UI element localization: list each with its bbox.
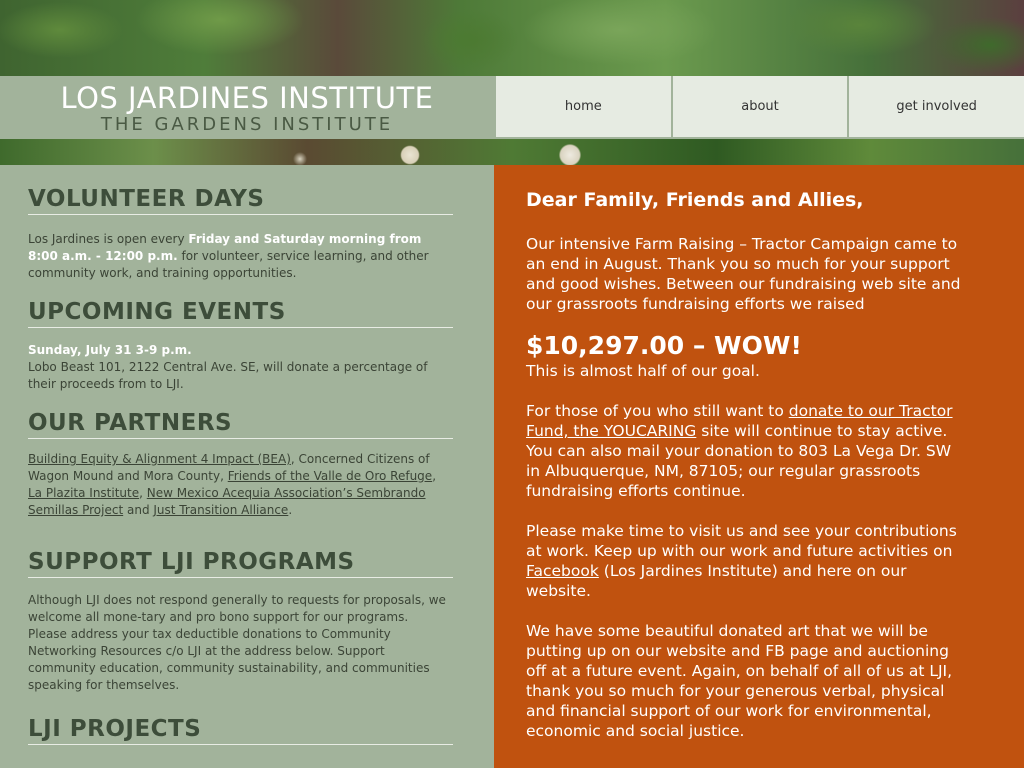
main-nav: home about get involved (494, 76, 1024, 140)
garden-photo-strip (0, 139, 1024, 165)
donate-text-start: For those of you who still want to (526, 402, 789, 420)
event-item: Sunday, July 31 3-9 p.m. Lobo Beast 101, … (28, 342, 448, 393)
left-sidebar: VOLUNTEER DAYS Los Jardines is open ever… (0, 165, 494, 768)
partner-link-la-plazita[interactable]: La Plazita Institute (28, 486, 139, 500)
logo-subtitle: THE GARDENS INSTITUTE (100, 114, 394, 135)
visit-text-start: Please make time to visit us and see you… (526, 522, 957, 560)
letter-paragraph-art: We have some beautiful donated art that … (526, 622, 953, 740)
nav-get-involved[interactable]: get involved (847, 76, 1024, 137)
header-garden-photo (0, 0, 1024, 76)
main-letter: Dear Family, Friends and Allies, Our int… (494, 165, 1024, 768)
letter-paragraph-visit: Please make time to visit us and see you… (526, 521, 966, 601)
support-programs-heading: SUPPORT LJI PROGRAMS (28, 549, 453, 578)
partners-separator: . (288, 503, 293, 517)
site-logo[interactable]: LOS JARDINES INSTITUTE THE GARDENS INSTI… (0, 76, 494, 141)
event-description: Lobo Beast 101, 2122 Central Ave. SE, wi… (28, 360, 428, 391)
logo-title: LOS JARDINES INSTITUTE (60, 81, 434, 115)
letter-paragraph-campaign: Our intensive Farm Raising – Tractor Cam… (526, 235, 961, 313)
volunteer-text-start: Los Jardines is open every (28, 232, 189, 246)
volunteer-days-heading: VOLUNTEER DAYS (28, 186, 453, 215)
event-date: Sunday, July 31 3-9 p.m. (28, 343, 192, 357)
volunteer-days-text: Los Jardines is open every Friday and Sa… (28, 231, 448, 282)
goal-progress-text: This is almost half of our goal. (526, 362, 760, 380)
amount-raised: $10,297.00 – WOW! (526, 331, 802, 360)
partner-link-bea[interactable]: Building Equity & Alignment 4 Impact (BE… (28, 452, 291, 466)
letter-greeting: Dear Family, Friends and Allies, (526, 189, 864, 211)
nav-about[interactable]: about (670, 76, 848, 137)
partners-separator: and (123, 503, 154, 517)
our-partners-heading: OUR PARTNERS (28, 410, 453, 439)
upcoming-events-heading: UPCOMING EVENTS (28, 299, 453, 328)
partners-list: Building Equity & Alignment 4 Impact (BE… (28, 451, 448, 519)
facebook-link[interactable]: Facebook (526, 562, 599, 580)
partners-separator: , (139, 486, 147, 500)
partners-separator: , (432, 469, 437, 483)
nav-home[interactable]: home (494, 76, 671, 137)
partner-link-valle-de-oro[interactable]: Friends of the Valle de Oro Refuge (228, 469, 432, 483)
support-programs-text: Although LJI does not respond generally … (28, 593, 446, 692)
lji-projects-heading: LJI PROJECTS (28, 716, 453, 745)
partner-link-just-transition[interactable]: Just Transition Alliance (153, 503, 288, 517)
letter-paragraph-donate: For those of you who still want to donat… (526, 401, 966, 501)
